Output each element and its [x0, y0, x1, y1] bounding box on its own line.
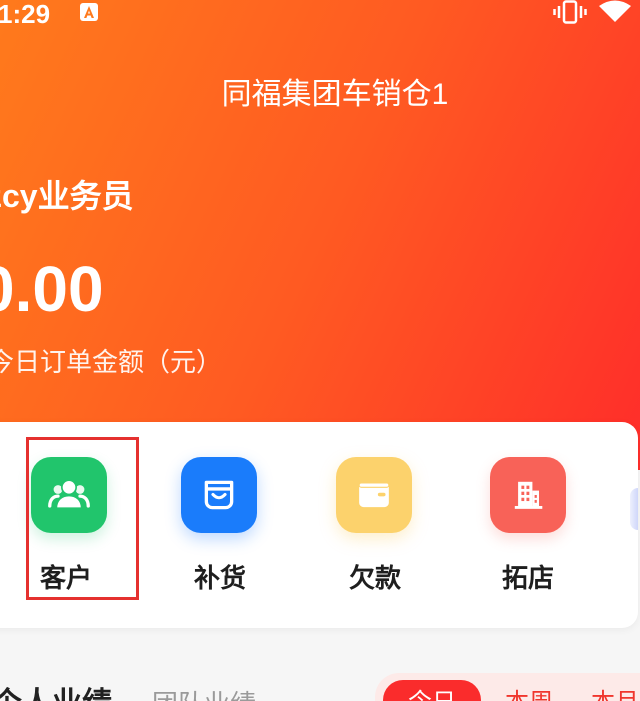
building-icon-graphic	[514, 481, 543, 509]
quick-actions-card: 客户 补货 欠款 拓店	[0, 422, 638, 628]
a-notification-icon-graphic	[80, 3, 98, 21]
period-week-button[interactable]: 本周	[505, 688, 555, 701]
wifi-icon-graphic	[599, 0, 631, 22]
quick-action-label: 欠款	[348, 563, 401, 593]
performance-section: 个人业绩 团队业绩 今日 本周 本月	[0, 640, 640, 701]
vibrate-icon	[553, 0, 587, 24]
header-banner: 1:29 同福集团车销仓1 zcy业务员 0.00 今日订单金额（元）	[0, 0, 640, 470]
shopping-bag-icon[interactable]	[181, 457, 257, 533]
quick-action-debt[interactable]: 欠款	[325, 457, 425, 597]
highlight-box	[26, 437, 139, 600]
a-notification-icon	[80, 3, 98, 21]
tab-personal-performance[interactable]: 个人业绩	[0, 686, 112, 701]
wallet-icon-graphic	[358, 482, 390, 508]
store-title: 同福集团车销仓1	[221, 78, 449, 111]
period-today-button[interactable]: 今日	[383, 680, 481, 701]
wifi-icon	[598, 0, 632, 22]
building-icon[interactable]	[490, 457, 566, 533]
user-role-name: zcy业务员	[0, 178, 134, 214]
quick-action-label: 拓店	[501, 563, 554, 593]
next-action-icon-partial[interactable]	[630, 488, 638, 530]
shopping-bag-icon-graphic	[204, 480, 234, 510]
period-month-button[interactable]: 本月	[591, 688, 640, 701]
quick-action-restock[interactable]: 补货	[170, 457, 270, 597]
today-order-amount: 0.00	[0, 253, 104, 325]
tab-team-performance[interactable]: 团队业绩	[152, 688, 256, 701]
wallet-icon[interactable]	[336, 457, 412, 533]
today-order-amount-label: 今日订单金额（元）	[0, 347, 223, 377]
period-today-label: 今日	[383, 688, 481, 701]
app-screen: 1:29 同福集团车销仓1 zcy业务员 0.00 今日订单金额（元）	[0, 0, 640, 701]
vibrate-icon-graphic	[553, 0, 587, 24]
period-selector: 今日 本周 本月	[375, 673, 640, 701]
quick-action-label: 补货	[193, 563, 246, 593]
status-time: 1:29	[0, 0, 51, 29]
quick-action-expand-store[interactable]: 拓店	[478, 457, 578, 597]
